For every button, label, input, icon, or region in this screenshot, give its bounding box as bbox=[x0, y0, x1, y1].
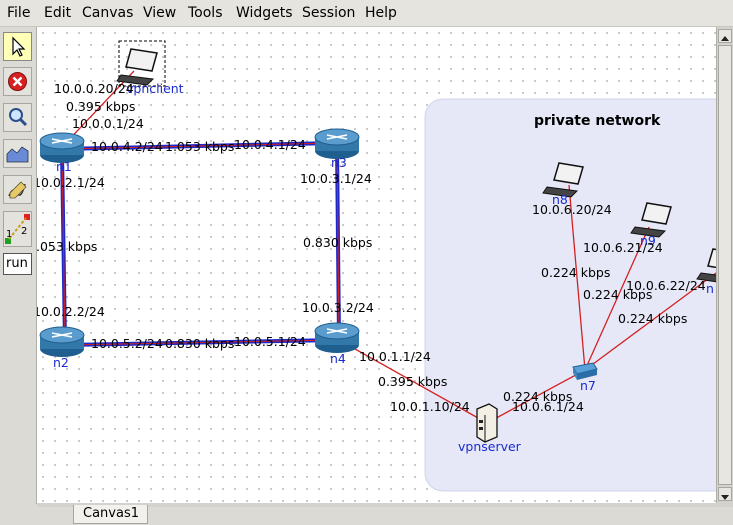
magnifier-icon bbox=[9, 108, 28, 127]
label-n10-bw: 0.224 kbps bbox=[618, 311, 687, 326]
label-n2-ip5: 10.0.5.2/24 bbox=[91, 336, 163, 351]
label-n1-n2-bw: .053 kbps bbox=[37, 239, 97, 254]
label-n2-ip2: 10.0.2.2/24 bbox=[37, 304, 105, 319]
tab-canvas1-label: Canvas1 bbox=[83, 506, 139, 521]
label-client-bw: 0.395 kbps bbox=[66, 99, 135, 114]
label-n4-ip5: 10.0.5.1/24 bbox=[234, 334, 306, 349]
plot-tool-button[interactable] bbox=[3, 139, 32, 168]
pointer-icon bbox=[12, 36, 26, 57]
menu-widgets[interactable]: Widgets bbox=[236, 5, 293, 21]
draw-tool-button[interactable] bbox=[3, 175, 32, 204]
label-n4-ip3: 10.0.3.2/24 bbox=[302, 300, 374, 315]
label-n4-srv-bw: 0.395 kbps bbox=[378, 374, 447, 389]
laptop-icon bbox=[116, 48, 158, 86]
label-n8-ip: 10.0.6.20/24 bbox=[532, 202, 612, 217]
marker-label-2: 2 bbox=[21, 226, 27, 237]
private-network-title: private network bbox=[534, 113, 661, 129]
node-label-n10: n bbox=[706, 281, 714, 296]
label-n1-n3-bw: 1.053 kbps bbox=[165, 139, 234, 154]
menu-view[interactable]: View bbox=[143, 5, 176, 21]
bottom-bar: Canvas1 bbox=[37, 503, 733, 525]
scroll-up-button[interactable] bbox=[718, 29, 732, 43]
arrow-up-icon bbox=[721, 36, 729, 41]
label-n3-ip3: 10.0.3.1/24 bbox=[300, 171, 372, 186]
node-n2[interactable]: n2 bbox=[39, 326, 85, 370]
label-client-ip: 10.0.0.20/24 bbox=[54, 81, 134, 96]
label-srv-ip6: 10.0.6.1/24 bbox=[512, 399, 584, 414]
menu-session[interactable]: Session bbox=[302, 5, 355, 21]
label-n8-bw: 0.224 kbps bbox=[541, 265, 610, 280]
pencil-icon bbox=[8, 181, 27, 199]
label-n9-ip: 10.0.6.21/24 bbox=[583, 240, 663, 255]
node-n1[interactable]: n1 bbox=[39, 132, 85, 174]
zoom-tool-button[interactable] bbox=[3, 103, 32, 132]
stop-icon bbox=[8, 72, 27, 91]
router-icon bbox=[314, 322, 360, 353]
node-label-n1: n1 bbox=[56, 159, 72, 174]
run-label: run bbox=[6, 256, 28, 271]
menu-bar: File Edit Canvas View Tools Widgets Sess… bbox=[0, 0, 733, 27]
vertical-scrollbar[interactable] bbox=[716, 27, 733, 503]
label-n1-ip4: 10.0.4.2/24 bbox=[91, 139, 163, 154]
tab-canvas1[interactable]: Canvas1 bbox=[73, 505, 148, 524]
node-label-n3: n3 bbox=[331, 155, 347, 170]
scroll-down-button[interactable] bbox=[718, 487, 732, 501]
select-tool-button[interactable] bbox=[3, 32, 32, 61]
node-label-vpnclient: vpnclient bbox=[126, 81, 184, 96]
label-n2-n4-bw: 0.830 kbps bbox=[165, 336, 234, 351]
label-srv-ip1: 10.0.1.10/24 bbox=[390, 399, 470, 414]
stop-button[interactable] bbox=[3, 67, 32, 96]
node-label-n4: n4 bbox=[330, 351, 346, 366]
node-label-vpnserver: vpnserver bbox=[458, 439, 522, 454]
private-network-region[interactable] bbox=[424, 98, 716, 492]
topology-drawing: private network vpnclient n1 n3 n2 n4 n7… bbox=[37, 40, 716, 492]
menu-edit[interactable]: Edit bbox=[44, 5, 71, 21]
menu-canvas[interactable]: Canvas bbox=[82, 5, 133, 21]
arrow-down-icon bbox=[721, 495, 729, 500]
label-n3-n4-bw: 0.830 kbps bbox=[303, 235, 372, 250]
node-n3[interactable]: n3 bbox=[314, 128, 360, 170]
tool-palette: 1 2 run bbox=[0, 27, 37, 504]
label-n3-ip4: 10.0.4.1/24 bbox=[234, 137, 306, 152]
network-canvas[interactable]: private network vpnclient n1 n3 n2 n4 n7… bbox=[37, 27, 716, 503]
vertical-scroll-thumb[interactable] bbox=[718, 45, 732, 485]
marker-label-1: 1 bbox=[6, 229, 12, 240]
label-n1-ip0: 10.0.0.1/24 bbox=[72, 116, 144, 131]
label-n10-ip: 10.0.6.22/24 bbox=[626, 278, 706, 293]
chart-icon bbox=[6, 146, 29, 163]
menu-help[interactable]: Help bbox=[365, 5, 397, 21]
menu-tools[interactable]: Tools bbox=[188, 5, 223, 21]
marker-tool-button[interactable]: 1 2 bbox=[3, 211, 32, 247]
node-label-n2: n2 bbox=[53, 355, 69, 370]
two-node-link-icon: 1 2 bbox=[5, 214, 30, 244]
label-n4-ip1: 10.0.1.1/24 bbox=[359, 349, 431, 364]
node-label-n7: n7 bbox=[580, 378, 596, 393]
menu-file[interactable]: File bbox=[7, 5, 30, 21]
server-icon bbox=[476, 403, 498, 443]
node-n4[interactable]: n4 bbox=[314, 322, 360, 366]
router-icon bbox=[39, 326, 85, 357]
label-n1-ip2: 10.0.2.1/24 bbox=[37, 175, 105, 190]
run-tool-button[interactable]: run bbox=[3, 253, 32, 275]
